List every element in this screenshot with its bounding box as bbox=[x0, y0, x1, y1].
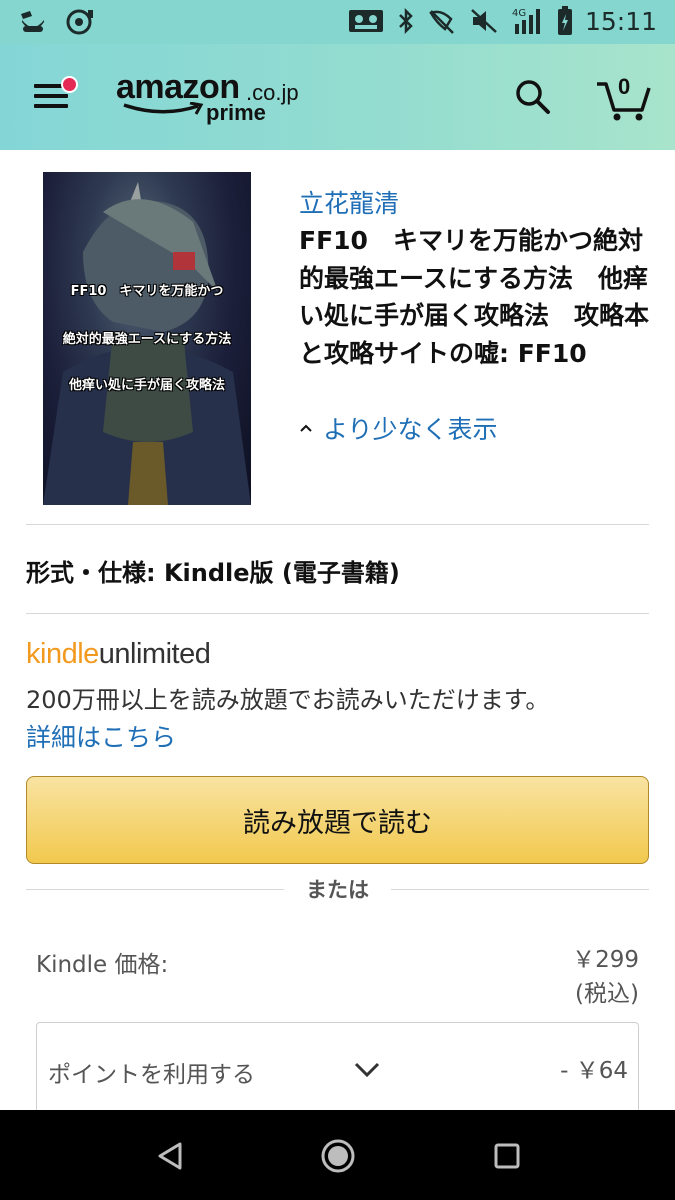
show-less-label: より少なく表示 bbox=[323, 415, 498, 444]
cart-button[interactable]: 0 bbox=[594, 72, 654, 122]
notification-app-icon bbox=[21, 11, 44, 32]
notification-dot bbox=[61, 76, 78, 93]
book-cover-image[interactable]: FF10 キマリを万能かつ 絶対的最強エースにする方法 他痒い処に手が届く攻略法 bbox=[43, 172, 251, 505]
recent-apps-icon[interactable] bbox=[494, 1143, 520, 1169]
author-link[interactable]: 立花龍清 bbox=[299, 184, 399, 220]
cover-title-line-2: 絶対的最強エースにする方法 bbox=[62, 332, 232, 347]
format-spec: 形式・仕様: Kindle版 (電子書籍) bbox=[26, 559, 400, 587]
tax-included-label: (税込) bbox=[575, 981, 639, 1007]
amazon-prime-logo[interactable]: amazon .co.jp prime bbox=[116, 68, 306, 132]
battery-charging-icon bbox=[557, 6, 572, 35]
notification-app-icon-2 bbox=[66, 9, 93, 35]
status-time: 15:11 bbox=[584, 6, 657, 36]
back-icon[interactable] bbox=[156, 1141, 184, 1171]
divider bbox=[26, 524, 649, 525]
smile-arrow-icon bbox=[123, 102, 204, 115]
kindle-unlimited-description: 200万冊以上を読み放題でお読みいただけます。 bbox=[26, 686, 550, 714]
search-icon[interactable] bbox=[514, 78, 552, 116]
nfc-icon bbox=[429, 10, 454, 34]
status-bar: 4G 15:11 bbox=[0, 0, 675, 44]
mute-icon bbox=[471, 9, 497, 33]
chevron-up-icon bbox=[300, 424, 312, 432]
cart-count: 0 bbox=[618, 74, 631, 99]
details-link[interactable]: 詳細はこちら bbox=[26, 718, 176, 754]
show-less-link[interactable]: より少なく表示 bbox=[299, 410, 498, 446]
navigation-bar bbox=[0, 1110, 675, 1200]
kindle-unlimited-logo: kindleunlimited bbox=[26, 638, 211, 671]
read-unlimited-button[interactable]: 読み放題で読む bbox=[26, 776, 649, 864]
network-type: 4G bbox=[512, 8, 526, 19]
cover-title-line-3: 他痒い処に手が届く攻略法 bbox=[68, 378, 225, 393]
home-icon[interactable] bbox=[320, 1138, 356, 1174]
signal-icon: 4G bbox=[512, 8, 540, 34]
cover-title-line-1: FF10 キマリを万能かつ bbox=[70, 284, 224, 299]
ku-logo-kindle: kindle bbox=[26, 638, 99, 670]
kindle-price-value: ￥299 bbox=[572, 947, 639, 973]
logo-prime-text: prime bbox=[206, 100, 266, 125]
or-separator: または bbox=[26, 874, 649, 904]
ku-logo-unlimited: unlimited bbox=[98, 638, 211, 670]
divider bbox=[26, 613, 649, 614]
points-discount-value: - ￥64 bbox=[560, 1058, 628, 1084]
divider bbox=[391, 889, 649, 890]
chevron-down-icon bbox=[354, 1062, 380, 1078]
book-title: FF10 キマリを万能かつ絶対的最強エースにする方法 他痒い処に手が届く攻略法 … bbox=[299, 226, 650, 368]
cast-icon bbox=[348, 10, 383, 32]
bluetooth-icon bbox=[399, 7, 413, 35]
kindle-price-label: Kindle 価格: bbox=[36, 952, 169, 978]
use-points-label: ポイントを利用する bbox=[48, 1062, 255, 1088]
app-header: amazon .co.jp prime 0 bbox=[0, 44, 675, 150]
